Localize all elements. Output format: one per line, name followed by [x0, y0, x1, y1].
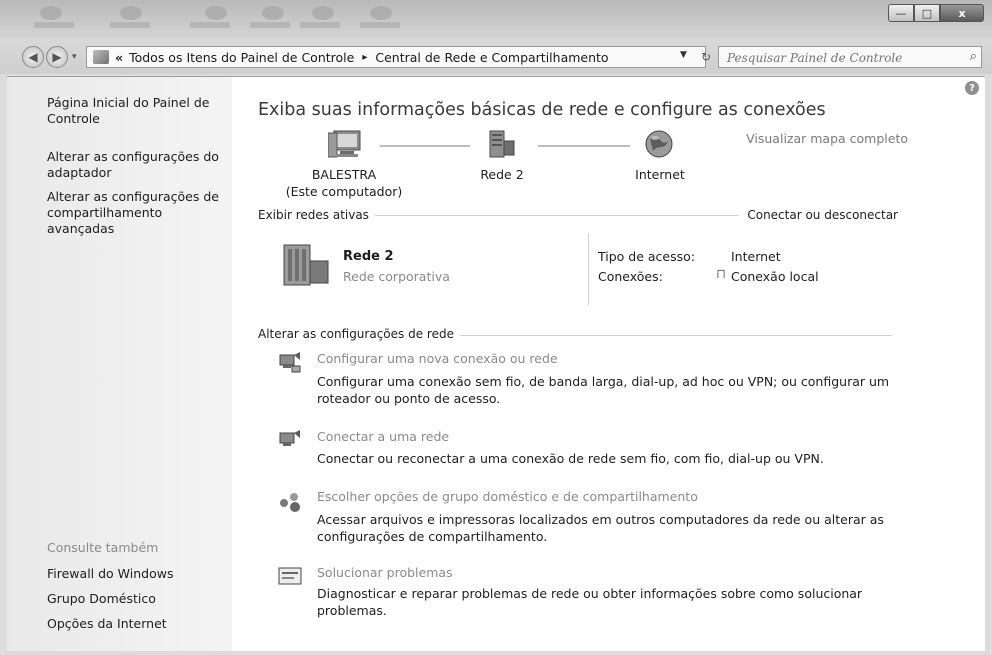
- sidebar-link-firewall[interactable]: Firewall do Windows: [47, 566, 227, 582]
- control-panel-window: — □ x ◀ ▶ ▾ « Todos os Itens do Painel d…: [0, 0, 992, 655]
- change-settings-heading: Alterar as configurações de rede: [258, 327, 460, 341]
- connect-network-icon: [279, 430, 300, 446]
- control-panel-icon: [93, 50, 109, 64]
- blurred-icon: [312, 6, 334, 20]
- corporate-network-icon: [283, 244, 329, 286]
- task-connect-network-link[interactable]: Conectar a uma rede: [317, 429, 449, 444]
- sidebar-link-adapter-settings[interactable]: Alterar as configurações do adaptador: [47, 149, 227, 181]
- active-networks-heading: Exibir redes ativas: [258, 208, 375, 222]
- troubleshoot-icon: [278, 567, 302, 585]
- sidebar-link-home[interactable]: Página Inicial do Painel de Controle: [47, 95, 227, 127]
- search-input[interactable]: [719, 47, 959, 69]
- connect-disconnect-link[interactable]: Conectar ou desconectar: [739, 208, 898, 222]
- refresh-icon[interactable]: ↻: [696, 47, 716, 67]
- task-homegroup-link[interactable]: Escolher opções de grupo doméstico e de …: [317, 489, 698, 504]
- view-full-map-link[interactable]: Visualizar mapa completo: [738, 131, 908, 146]
- access-type-label: Tipo de acesso:: [598, 249, 695, 264]
- address-bar[interactable]: « Todos os Itens do Painel de Controle ▸…: [86, 46, 706, 68]
- computer-name[interactable]: BALESTRA: [284, 167, 404, 182]
- breadcrumb-network-center[interactable]: Central de Rede e Compartilhamento: [375, 50, 608, 65]
- network-adapter-icon: ⊓: [716, 267, 727, 282]
- blurred-label: [190, 22, 230, 28]
- sidebar: Página Inicial do Painel de Controle Alt…: [7, 77, 232, 651]
- see-also-heading: Consulte também: [47, 540, 159, 555]
- search-box[interactable]: ⌕: [718, 46, 982, 69]
- forward-button[interactable]: ▶: [46, 46, 68, 68]
- map-connector-line: [380, 145, 470, 147]
- task-homegroup-desc: Acessar arquivos e impressoras localizad…: [317, 512, 884, 544]
- blurred-label: [360, 22, 400, 28]
- search-icon[interactable]: ⌕: [970, 49, 977, 64]
- content-area: Página Inicial do Painel de Controle Alt…: [7, 76, 985, 651]
- task-troubleshoot-desc: Diagnosticar e reparar problemas de rede…: [317, 586, 863, 618]
- blurred-label: [250, 22, 290, 28]
- sidebar-link-homegroup[interactable]: Grupo Doméstico: [47, 591, 227, 607]
- title-bar: — □ x: [0, 0, 992, 38]
- maximize-button[interactable]: □: [914, 4, 940, 22]
- network-icon: [489, 130, 515, 158]
- address-prefix[interactable]: «: [115, 50, 123, 65]
- map-network-name[interactable]: Rede 2: [462, 167, 542, 182]
- page-title: Exiba suas informações básicas de rede e…: [258, 100, 826, 120]
- recent-pages-dropdown[interactable]: ▾: [72, 52, 77, 62]
- new-connection-icon: [279, 352, 301, 373]
- blurred-label: [300, 22, 340, 28]
- map-internet-label[interactable]: Internet: [622, 167, 698, 182]
- back-button[interactable]: ◀: [22, 46, 44, 68]
- breadcrumb-all-items[interactable]: Todos os Itens do Painel de Controle: [129, 50, 354, 65]
- blurred-icon: [262, 6, 284, 20]
- vertical-divider: [588, 233, 589, 305]
- sidebar-link-sharing-settings[interactable]: Alterar as configurações de compartilham…: [47, 189, 227, 237]
- main-panel: ? Exiba suas informações básicas de rede…: [232, 77, 985, 651]
- map-connector-line: [538, 145, 630, 147]
- computer-subtitle: (Este computador): [285, 184, 403, 199]
- homegroup-icon: [280, 493, 300, 512]
- task-new-connection-desc: Configurar uma conexão sem fio, de banda…: [317, 374, 890, 406]
- active-network-name: Rede 2: [343, 249, 394, 264]
- close-button[interactable]: x: [940, 4, 984, 22]
- breadcrumb-separator-icon[interactable]: ▸: [362, 52, 367, 63]
- blurred-label: [110, 22, 150, 28]
- connections-label: Conexões:: [598, 269, 663, 284]
- task-troubleshoot-link[interactable]: Solucionar problemas: [317, 565, 453, 580]
- address-dropdown-icon[interactable]: ▼: [680, 50, 687, 60]
- blurred-icon: [120, 6, 142, 20]
- blurred-icon: [205, 6, 227, 20]
- blurred-icon: [40, 6, 62, 20]
- sidebar-link-internet-options[interactable]: Opções da Internet: [47, 616, 227, 632]
- task-new-connection-link[interactable]: Configurar uma nova conexão ou rede: [317, 351, 558, 366]
- globe-icon: [645, 130, 673, 158]
- network-type-link[interactable]: Rede corporativa: [343, 269, 450, 284]
- window-controls: — □ x: [888, 4, 984, 22]
- access-type-value: Internet: [731, 249, 781, 264]
- task-connect-network-desc: Conectar ou reconectar a uma conexão de …: [317, 451, 824, 466]
- navigation-bar: ◀ ▶ ▾ « Todos os Itens do Painel de Cont…: [0, 38, 992, 74]
- minimize-button[interactable]: —: [888, 4, 914, 22]
- blurred-label: [34, 22, 74, 28]
- help-icon[interactable]: ?: [965, 81, 979, 95]
- blurred-icon: [370, 6, 392, 20]
- local-connection-link[interactable]: Conexão local: [731, 269, 819, 284]
- computer-icon: [328, 130, 361, 158]
